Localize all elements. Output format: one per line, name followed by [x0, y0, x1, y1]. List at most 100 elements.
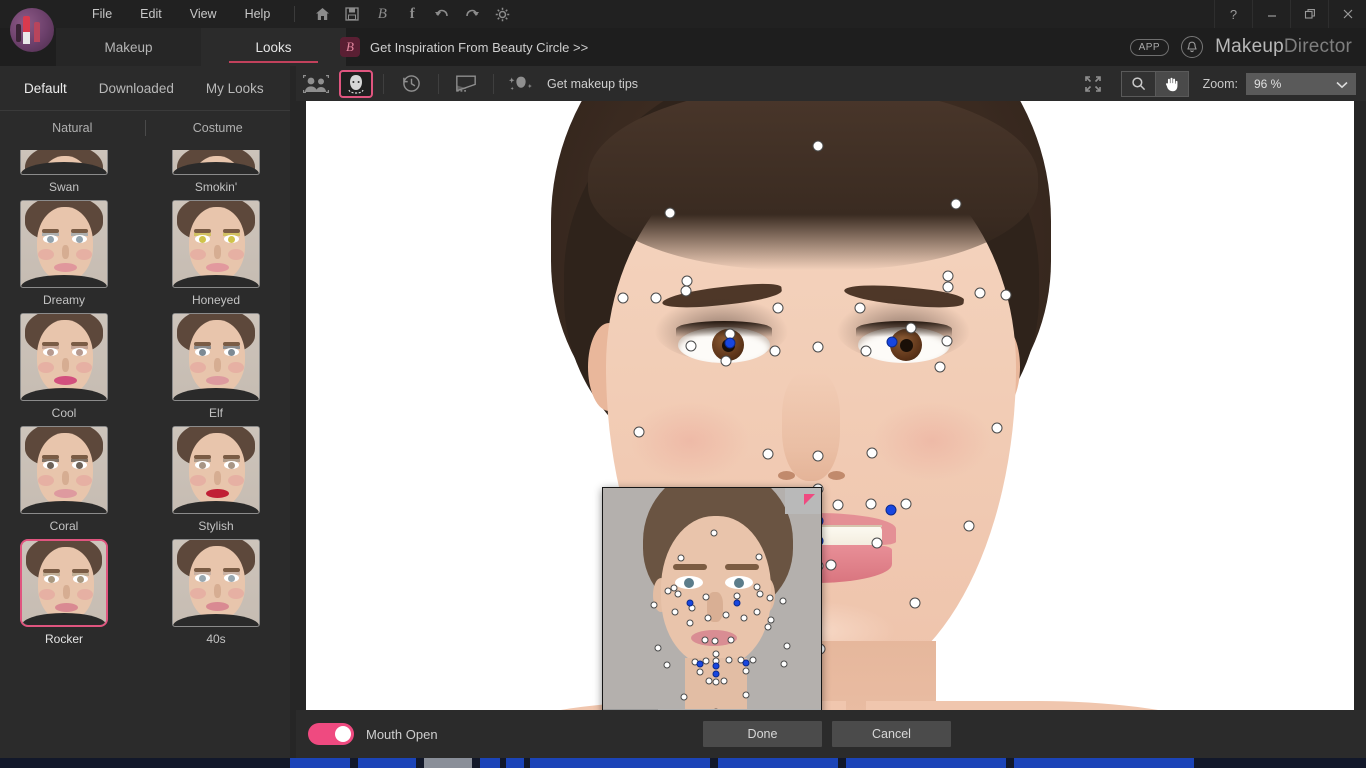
look-item[interactable]: Swan: [14, 150, 114, 194]
feature-point[interactable]: [755, 553, 763, 561]
feature-point[interactable]: [866, 447, 878, 459]
look-item[interactable]: Coral: [14, 426, 114, 533]
feature-point[interactable]: [942, 281, 954, 293]
feature-point[interactable]: [712, 662, 720, 670]
look-thumbnail[interactable]: [172, 426, 260, 514]
feature-point[interactable]: [783, 642, 791, 650]
beauty-circle-icon[interactable]: B: [369, 3, 395, 25]
feature-point[interactable]: [865, 498, 877, 510]
feature-point[interactable]: [909, 597, 921, 609]
feature-point[interactable]: [767, 616, 775, 624]
sidebar-tab-downloaded[interactable]: Downloaded: [87, 75, 186, 102]
tab-makeup[interactable]: Makeup: [56, 28, 201, 66]
feature-point[interactable]: [722, 611, 730, 619]
done-button[interactable]: Done: [703, 721, 822, 747]
feature-point[interactable]: [633, 426, 645, 438]
feature-point[interactable]: [733, 599, 741, 607]
feature-point[interactable]: [724, 337, 736, 349]
feature-point[interactable]: [753, 583, 761, 591]
feature-point[interactable]: [900, 498, 912, 510]
feature-point[interactable]: [686, 619, 694, 627]
redo-icon[interactable]: [459, 3, 485, 25]
undo-icon[interactable]: [429, 3, 455, 25]
feature-point[interactable]: [950, 198, 962, 210]
feature-point[interactable]: [617, 292, 629, 304]
feature-point[interactable]: [705, 677, 713, 685]
feature-point[interactable]: [680, 693, 688, 701]
single-face-icon[interactable]: [339, 69, 373, 98]
feature-point[interactable]: [963, 520, 975, 532]
feature-point[interactable]: [832, 499, 844, 511]
feature-point[interactable]: [701, 636, 709, 644]
feature-point[interactable]: [991, 422, 1003, 434]
feature-point[interactable]: [696, 660, 704, 668]
feature-point[interactable]: [712, 670, 720, 678]
feature-point[interactable]: [772, 302, 784, 314]
feature-point[interactable]: [702, 593, 710, 601]
feature-point[interactable]: [720, 355, 732, 367]
look-thumbnail[interactable]: [20, 313, 108, 401]
feature-point[interactable]: [886, 336, 898, 348]
look-item[interactable]: Cool: [14, 313, 114, 420]
feature-point[interactable]: [733, 592, 741, 600]
feature-point[interactable]: [671, 608, 679, 616]
feature-point[interactable]: [860, 345, 872, 357]
close-button[interactable]: [1328, 0, 1366, 28]
feature-point[interactable]: [764, 623, 772, 631]
feature-point[interactable]: [812, 341, 824, 353]
feature-point[interactable]: [674, 590, 682, 598]
feature-point[interactable]: [905, 322, 917, 334]
feature-point[interactable]: [742, 691, 750, 699]
help-button[interactable]: ?: [1214, 0, 1252, 28]
feature-point[interactable]: [680, 285, 692, 297]
mouth-open-toggle[interactable]: [308, 723, 354, 745]
feature-point[interactable]: [762, 448, 774, 460]
look-item[interactable]: Smokin': [166, 150, 266, 194]
feature-point[interactable]: [704, 614, 712, 622]
look-thumbnail[interactable]: [20, 539, 108, 627]
look-item[interactable]: 40s: [166, 539, 266, 646]
feature-point[interactable]: [942, 270, 954, 282]
feature-point[interactable]: [702, 657, 710, 665]
sidebar-tab-default[interactable]: Default: [12, 75, 79, 102]
history-icon[interactable]: [394, 71, 428, 97]
cancel-button[interactable]: Cancel: [832, 721, 951, 747]
photo-canvas[interactable]: [306, 101, 1354, 733]
feature-point[interactable]: [650, 601, 658, 609]
feature-point[interactable]: [686, 599, 694, 607]
home-icon[interactable]: [309, 3, 335, 25]
feature-point[interactable]: [753, 608, 761, 616]
menu-view[interactable]: View: [176, 3, 231, 25]
feature-point[interactable]: [710, 529, 718, 537]
feature-point[interactable]: [696, 668, 704, 676]
magnifier-icon[interactable]: [1120, 70, 1155, 97]
feature-point[interactable]: [812, 450, 824, 462]
feature-point[interactable]: [769, 345, 781, 357]
feature-point[interactable]: [712, 678, 720, 686]
feature-point[interactable]: [711, 637, 719, 645]
zoom-select[interactable]: 96 %: [1246, 72, 1356, 95]
settings-icon[interactable]: [489, 3, 515, 25]
feature-point[interactable]: [812, 140, 824, 152]
resize-handle-icon[interactable]: [785, 488, 821, 514]
look-item[interactable]: Elf: [166, 313, 266, 420]
notification-bell-icon[interactable]: [1181, 36, 1204, 58]
look-item[interactable]: Dreamy: [14, 200, 114, 307]
makeup-tips-icon[interactable]: [504, 71, 538, 97]
restore-button[interactable]: [1290, 0, 1328, 28]
feature-point[interactable]: [664, 207, 676, 219]
feature-point[interactable]: [756, 590, 764, 598]
feature-point[interactable]: [825, 559, 837, 571]
menu-edit[interactable]: Edit: [126, 3, 176, 25]
look-thumbnail[interactable]: [172, 313, 260, 401]
feature-point[interactable]: [727, 636, 735, 644]
app-badge[interactable]: APP: [1129, 38, 1170, 56]
hand-icon[interactable]: [1154, 70, 1189, 97]
feature-point[interactable]: [1000, 289, 1012, 301]
look-thumbnail[interactable]: [172, 150, 260, 175]
feature-point[interactable]: [742, 659, 750, 667]
feature-point[interactable]: [720, 677, 728, 685]
feature-point[interactable]: [974, 287, 986, 299]
look-item[interactable]: Stylish: [166, 426, 266, 533]
feature-point[interactable]: [742, 667, 750, 675]
